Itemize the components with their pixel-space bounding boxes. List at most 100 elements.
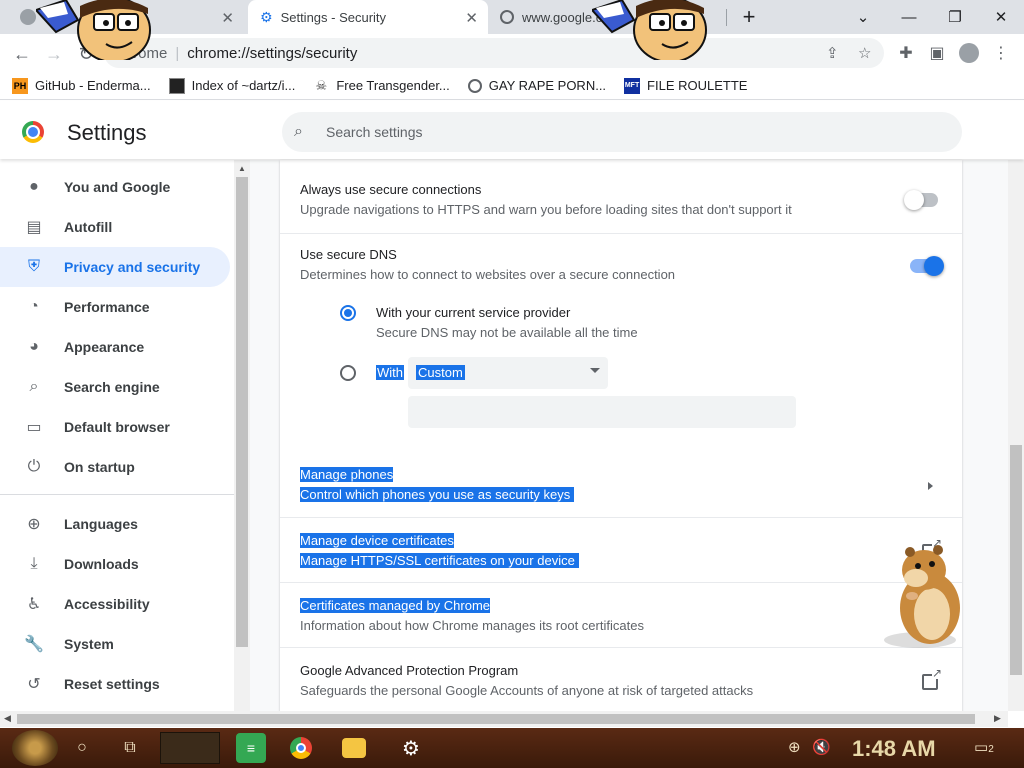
- manage-phones-row[interactable]: Manage phones Control which phones you u…: [280, 452, 962, 517]
- secure-connections-toggle[interactable]: [904, 190, 938, 210]
- gauge-icon: ◔: [29, 298, 39, 315]
- person-icon: ●: [29, 178, 39, 195]
- taskbar: ○ ⧉ ≡ ⚙ ⊕ 🔇 1:48 AM ▭2: [0, 728, 1024, 768]
- search-input[interactable]: [326, 124, 926, 140]
- tab-settings-security[interactable]: ⚙ Settings - Security ✕: [248, 0, 488, 34]
- horizontal-scrollbar[interactable]: ◀ ▶: [0, 711, 1008, 727]
- scroll-right-arrow[interactable]: ▶: [994, 713, 1001, 724]
- tab-title: Settings - Security: [280, 9, 387, 25]
- bookmark-index[interactable]: Index of ~dartz/i...: [168, 77, 295, 94]
- shield-icon: ⛨: [27, 258, 40, 275]
- palette-icon: ◕: [29, 338, 39, 355]
- bookmark-free[interactable]: ☠ Free Transgender...: [313, 78, 449, 94]
- reset-icon: ↺: [27, 676, 41, 693]
- notification-count: 2: [988, 744, 994, 755]
- sidebar-item-performance[interactable]: ◔ Performance: [0, 287, 230, 327]
- main-scrollbar[interactable]: [1008, 160, 1024, 711]
- url-text: chrome://settings/security: [187, 44, 358, 62]
- toggle-knob: [924, 256, 944, 276]
- sidebar-item-default-browser[interactable]: ▭ Default browser: [0, 407, 230, 447]
- extensions-icon[interactable]: ✚: [895, 42, 917, 64]
- side-panel-icon[interactable]: ▣: [926, 42, 948, 64]
- sidebar-item-on-startup[interactable]: ⏻ On startup: [0, 447, 230, 487]
- new-tab-button[interactable]: +: [726, 0, 772, 34]
- skull-icon: ☠: [315, 77, 328, 93]
- minimize-button[interactable]: —: [886, 0, 932, 34]
- close-window-button[interactable]: ✕: [978, 0, 1024, 34]
- secure-connections-row[interactable]: Always use secure connections Upgrade na…: [280, 160, 962, 233]
- url-separator: |: [175, 44, 180, 62]
- secure-dns-toggle[interactable]: [910, 256, 944, 276]
- download-icon: ⤓: [30, 555, 38, 572]
- settings-gear-icon[interactable]: ⚙: [396, 733, 426, 763]
- dns-current-provider-radio[interactable]: [340, 305, 356, 321]
- dns-custom-radio[interactable]: [340, 365, 356, 381]
- sidebar-item-appearance[interactable]: ◕ Appearance: [0, 327, 230, 367]
- address-bar[interactable]: Chrome | chrome://settings/security ⇪ ☆: [104, 38, 884, 68]
- file-explorer-icon[interactable]: [342, 738, 366, 758]
- bookmark-file-roulette[interactable]: MFT FILE ROULETTE: [624, 77, 747, 94]
- bookmark-star-icon[interactable]: ☆: [858, 44, 871, 62]
- scroll-left-arrow[interactable]: ◀: [4, 713, 11, 724]
- tab-close-icon[interactable]: ✕: [465, 9, 478, 27]
- settings-sidebar: ● You and Google ▤ Autofill ⛨ Privacy an…: [0, 160, 234, 711]
- settings-search[interactable]: ⌕: [282, 112, 962, 152]
- pixel-icon: [168, 77, 185, 94]
- dns-custom-with-label: With: [376, 365, 404, 380]
- chrome-certificates-row[interactable]: Certificates managed by Chrome Informati…: [280, 582, 962, 647]
- mft-icon: MFT: [624, 77, 641, 94]
- sidebar-item-you-and-google[interactable]: ● You and Google: [0, 167, 230, 207]
- tab-search-button[interactable]: ⌄: [840, 0, 886, 34]
- scrollbar-thumb[interactable]: [236, 177, 248, 647]
- external-link-icon[interactable]: [922, 667, 942, 690]
- sidebar-item-downloads[interactable]: ⤓ Downloads: [0, 544, 230, 584]
- notes-app-icon[interactable]: ≡: [236, 733, 266, 763]
- sidebar-item-autofill[interactable]: ▤ Autofill: [0, 207, 230, 247]
- taskbar-clock[interactable]: 1:48 AM: [852, 736, 936, 762]
- sidebar-item-search-engine[interactable]: ⌕ Search engine: [0, 367, 230, 407]
- tab-title: www.google.c: [522, 9, 603, 25]
- device-certificates-row[interactable]: Manage device certificates Manage HTTPS/…: [280, 517, 962, 582]
- start-button[interactable]: [12, 730, 58, 766]
- scroll-up-arrow[interactable]: ▲: [238, 164, 246, 173]
- accessibility-icon: ♿: [26, 596, 42, 613]
- cartoon-face-sticker: [36, 0, 156, 60]
- back-button[interactable]: ←: [8, 40, 36, 68]
- sidebar-item-languages[interactable]: ⊕ Languages: [0, 504, 230, 544]
- bookmark-github[interactable]: PH GitHub - Enderma...: [12, 77, 151, 94]
- wrench-icon: 🔧: [24, 636, 44, 653]
- clipboard-icon: ▤: [26, 219, 42, 236]
- sidebar-item-accessibility[interactable]: ♿ Accessibility: [0, 584, 230, 624]
- network-globe-icon[interactable]: ⊕: [788, 738, 801, 756]
- select-value: Custom: [416, 365, 465, 380]
- sidebar-item-privacy-and-security[interactable]: ⛨ Privacy and security: [0, 247, 230, 287]
- notifications-icon[interactable]: ▭2: [974, 738, 994, 756]
- ph-icon: PH: [12, 77, 28, 94]
- chevron-right-icon: [928, 482, 933, 490]
- taskbar-gauge: [160, 732, 220, 764]
- custom-dns-input[interactable]: [408, 396, 796, 428]
- search-icon: ⌕: [29, 378, 39, 395]
- advanced-protection-row[interactable]: Google Advanced Protection Program Safeg…: [280, 647, 962, 711]
- sidebar-item-reset-settings[interactable]: ↺ Reset settings: [0, 664, 230, 704]
- bookmarks-bar: PH GitHub - Enderma... Index of ~dartz/i…: [0, 72, 1024, 100]
- sidebar-scrollbar[interactable]: ▲: [234, 160, 250, 711]
- scrollbar-thumb[interactable]: [17, 714, 975, 724]
- dns-provider-select[interactable]: Custom: [408, 357, 608, 389]
- volume-muted-icon[interactable]: 🔇: [812, 738, 831, 756]
- hamster-sticker: [880, 540, 970, 650]
- restore-button[interactable]: ❐: [932, 0, 978, 34]
- menu-kebab-icon[interactable]: ⋮: [990, 42, 1012, 64]
- tab-favicon: [20, 9, 36, 25]
- scrollbar-thumb[interactable]: [1010, 445, 1022, 675]
- tab-close-icon[interactable]: ✕: [221, 9, 234, 27]
- chrome-logo-icon: [22, 121, 44, 143]
- share-icon[interactable]: ⇪: [826, 44, 839, 62]
- search-icon: ⌕: [294, 123, 303, 140]
- bookmark-globe[interactable]: GAY RAPE PORN...: [467, 78, 606, 93]
- profile-avatar[interactable]: [958, 42, 980, 64]
- sidebar-item-system[interactable]: 🔧 System: [0, 624, 230, 664]
- task-view-icon[interactable]: ⧉: [116, 734, 144, 762]
- search-circle-icon[interactable]: ○: [68, 734, 96, 762]
- chrome-app-icon[interactable]: [286, 733, 316, 763]
